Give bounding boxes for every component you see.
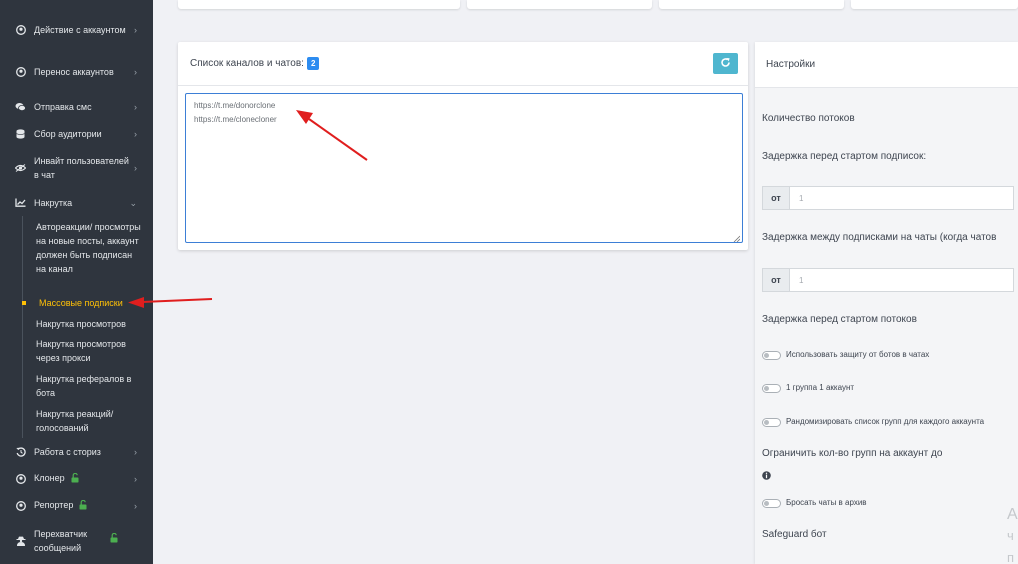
- arrow-to-active-menu-icon: [128, 297, 213, 308]
- annotation-arrows: [128, 110, 368, 308]
- arrow-to-links-icon: [296, 110, 368, 161]
